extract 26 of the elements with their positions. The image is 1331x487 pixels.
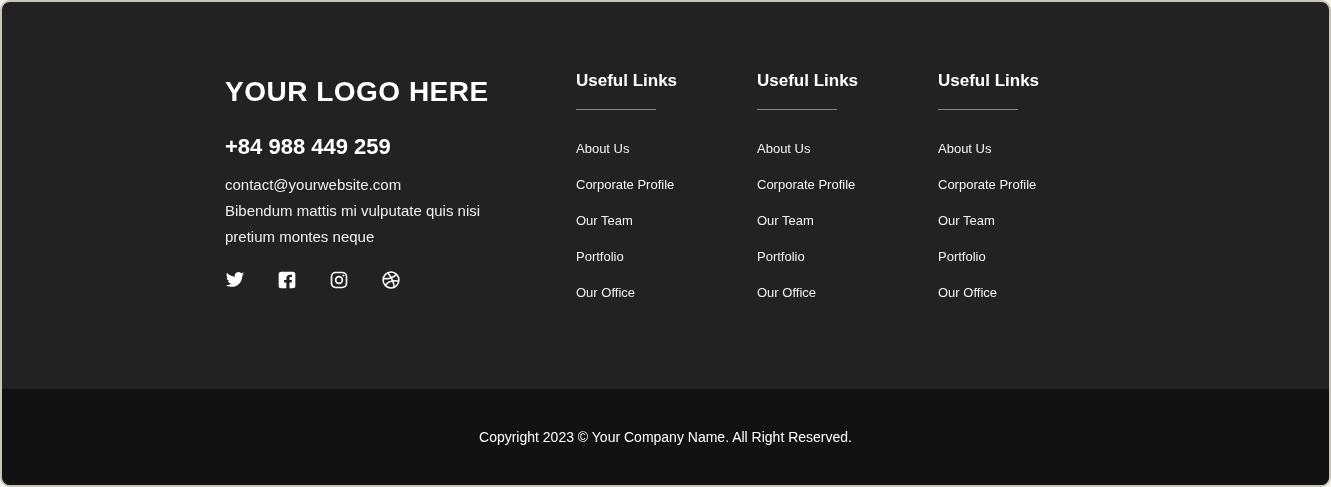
logo: YOUR LOGO HERE xyxy=(225,75,489,109)
footer-link[interactable]: About Us xyxy=(757,141,811,157)
ball-icon[interactable] xyxy=(381,270,401,290)
footer-link[interactable]: Our Team xyxy=(576,213,633,229)
footer-link[interactable]: Corporate Profile xyxy=(938,177,1037,193)
footer-link[interactable]: Our Office xyxy=(938,285,997,301)
footer-link[interactable]: Portfolio xyxy=(938,249,986,265)
footer-link[interactable]: Corporate Profile xyxy=(757,177,856,193)
footer-link[interactable]: Portfolio xyxy=(757,249,805,265)
footer-link[interactable]: Portfolio xyxy=(576,249,624,265)
column-heading: Useful Links xyxy=(576,70,678,92)
description: Bibendum mattis mi vulputate quis nisi pretium montes neque xyxy=(225,201,482,247)
column-heading: Useful Links xyxy=(757,70,859,92)
footer-link[interactable]: Our Team xyxy=(938,213,995,229)
bird-icon[interactable] xyxy=(225,270,245,290)
footer-link[interactable]: Our Office xyxy=(576,285,635,301)
footer-link[interactable]: Our Team xyxy=(757,213,814,229)
footer-link[interactable]: About Us xyxy=(938,141,992,157)
footer-link[interactable]: Our Office xyxy=(757,285,816,301)
footer-link[interactable]: About Us xyxy=(576,141,630,157)
camera-icon[interactable] xyxy=(329,270,349,290)
column-heading: Useful Links xyxy=(938,70,1040,92)
footer-link[interactable]: Corporate Profile xyxy=(576,177,675,193)
phone-number: +84 988 449 259 xyxy=(225,133,391,161)
email-address: contact@yourwebsite.com xyxy=(225,175,402,195)
copyright-text: Copyright 2023 © Your Company Name. All Right Reserved. xyxy=(479,427,852,447)
